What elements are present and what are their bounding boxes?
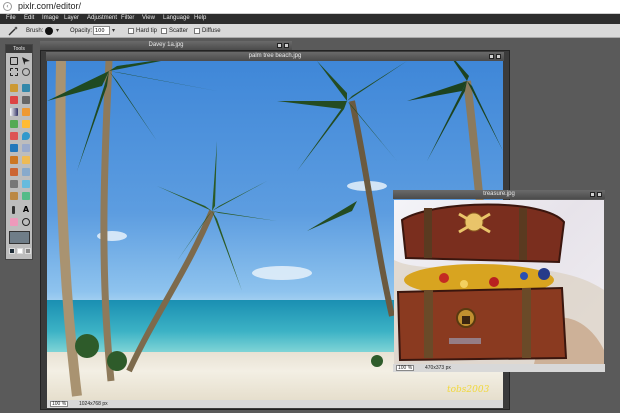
close-icon[interactable] — [597, 192, 602, 197]
clone-tool-icon[interactable] — [21, 191, 31, 201]
tools-panel-title: Tools — [6, 45, 32, 53]
diffuse-checkbox[interactable] — [194, 28, 200, 34]
diffuse-label: Diffuse — [202, 28, 221, 34]
sharpen-tool-icon[interactable] — [9, 143, 19, 153]
move-tool-icon[interactable] — [21, 56, 31, 66]
dodge-tool-icon[interactable] — [21, 155, 31, 165]
pencil-tool-icon[interactable] — [21, 83, 31, 93]
opacity-dropdown-icon[interactable]: ▾ — [112, 27, 115, 34]
type-tool-icon[interactable]: A — [21, 205, 31, 215]
menu-filter[interactable]: Filter — [121, 15, 134, 21]
bucket-tool-icon[interactable] — [21, 107, 31, 117]
secondary-color-swatch[interactable] — [9, 248, 15, 254]
lasso-tool-icon[interactable] — [21, 67, 31, 77]
stamp-tool-icon[interactable] — [9, 119, 19, 129]
maximize-icon[interactable] — [489, 54, 494, 59]
bloat-tool-icon[interactable] — [21, 179, 31, 189]
primary-color-swatch[interactable] — [9, 231, 30, 244]
browser-url-bar: ‹ pixlr.com/editor/ — [0, 0, 620, 14]
eraser-tool-icon[interactable] — [21, 95, 31, 105]
drawing-tool-icon[interactable] — [9, 131, 19, 141]
swap-colors-icon[interactable] — [17, 248, 23, 254]
gradient-tool-icon[interactable] — [9, 107, 19, 117]
menubar: File Edit Image Layer Adjustment Filter … — [0, 14, 620, 24]
beach-status-bar: 100 % 1024x768 px — [47, 400, 503, 408]
marquee-tool-icon[interactable] — [9, 67, 19, 77]
scatter-label: Scatter — [169, 28, 189, 34]
eyedropper-tool-icon[interactable] — [9, 205, 19, 215]
options-bar: Brush: ▾ Opacity: 100 ▾ Hard tip Scatter… — [0, 24, 620, 38]
menu-help[interactable]: Help — [194, 15, 206, 21]
menu-file[interactable]: File — [6, 15, 16, 21]
davey-window-title: Davey 1a.jpg — [148, 42, 184, 48]
reset-colors-icon[interactable] — [25, 248, 31, 254]
menu-language[interactable]: Language — [163, 15, 190, 21]
spot-heal-tool-icon[interactable] — [9, 179, 19, 189]
treasure-window-title: treasure.jpg — [483, 191, 515, 197]
davey-window-titlebar[interactable]: Davey 1a.jpg — [40, 41, 292, 50]
opacity-label: Opacity: — [70, 28, 93, 34]
brush-dropdown-icon[interactable]: ▾ — [56, 27, 59, 34]
sponge-tool-icon[interactable] — [9, 155, 19, 165]
close-icon[interactable] — [496, 54, 501, 59]
tools-panel: Tools A — [5, 44, 33, 260]
menu-edit[interactable]: Edit — [24, 15, 34, 21]
treasure-status-bar: 100 % 470x373 px — [393, 364, 605, 372]
beach-window-title: palm tree beach.jpg — [248, 53, 302, 59]
brush-label: Brush: — [26, 28, 44, 34]
treasure-chest-illustration — [394, 203, 604, 364]
url-text[interactable]: pixlr.com/editor/ — [18, 1, 81, 11]
crop-tool-icon[interactable] — [9, 56, 19, 66]
hand-tool-icon[interactable] — [9, 217, 19, 227]
smudge-tool-icon[interactable] — [21, 143, 31, 153]
maximize-icon[interactable] — [590, 192, 595, 197]
scatter-checkbox[interactable] — [161, 28, 167, 34]
treasure-image-size: 470x373 px — [425, 365, 451, 371]
pinch-tool-icon[interactable] — [9, 191, 19, 201]
brush-dot-icon[interactable] — [45, 27, 53, 35]
beach-zoom-input[interactable]: 100 % — [50, 401, 68, 407]
brush-tool-icon[interactable] — [9, 95, 19, 105]
beach-image-size: 1024x768 px — [79, 401, 108, 407]
treasure-window-titlebar[interactable]: treasure.jpg — [393, 190, 605, 199]
blur-tool-icon[interactable] — [21, 131, 31, 141]
color-replace-tool-icon[interactable] — [21, 119, 31, 129]
close-icon[interactable] — [284, 43, 289, 48]
maximize-icon[interactable] — [277, 43, 282, 48]
wand-tool-icon[interactable] — [9, 83, 19, 93]
treasure-canvas[interactable] — [394, 200, 604, 364]
menu-image[interactable]: Image — [42, 15, 59, 21]
wand-icon — [8, 26, 18, 36]
red-eye-tool-icon[interactable] — [21, 167, 31, 177]
menu-view[interactable]: View — [142, 15, 155, 21]
watermark-signature: tobs2003 — [447, 385, 490, 395]
burn-tool-icon[interactable] — [9, 167, 19, 177]
beach-window-titlebar[interactable]: palm tree beach.jpg — [46, 52, 504, 61]
hard-tip-checkbox[interactable] — [128, 28, 134, 34]
hard-tip-label: Hard tip — [136, 28, 158, 34]
back-arrow-icon[interactable]: ‹ — [3, 2, 12, 11]
treasure-zoom-input[interactable]: 100 % — [396, 365, 414, 371]
menu-layer[interactable]: Layer — [64, 15, 79, 21]
opacity-input[interactable]: 100 — [93, 26, 110, 35]
menu-adjustment[interactable]: Adjustment — [87, 15, 117, 21]
zoom-tool-icon[interactable] — [21, 217, 31, 227]
